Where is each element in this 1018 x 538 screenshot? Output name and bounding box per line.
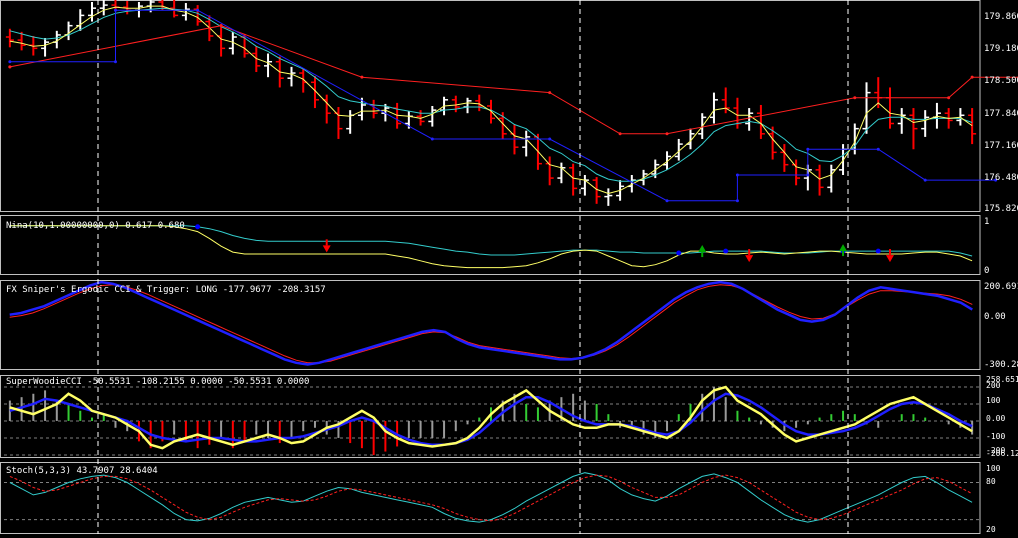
support-line-dot xyxy=(877,148,880,151)
nina-dot xyxy=(723,249,728,254)
nina-tick: 0 xyxy=(984,266,989,276)
ergodic-tick: -300.281 xyxy=(984,360,1018,370)
woodie-label: SuperWoodieCCI -50.5531 -108.2155 0.0000… xyxy=(6,377,309,387)
ergodic-tick: 200.691 xyxy=(984,282,1018,292)
nina-dot xyxy=(676,251,681,256)
price-tick: 176.480 xyxy=(984,173,1018,183)
woodie-tick: -100 xyxy=(986,432,1005,441)
woodie-tick: 200 xyxy=(986,381,1001,390)
chart-canvas[interactable]: Nina(10,1.00000000,0) 0.617 0.680 FX Sni… xyxy=(0,0,1018,534)
nina-label: Nina(10,1.00000000,0) 0.617 0.680 xyxy=(6,221,185,231)
support-line-dot xyxy=(666,199,669,202)
resistance-line-dot xyxy=(971,76,974,79)
support-line-dot xyxy=(806,148,809,151)
support-line-dot xyxy=(736,173,739,176)
nina-dot xyxy=(195,224,200,229)
woodie-tick: 100 xyxy=(986,396,1001,405)
price-tick: 178.500 xyxy=(984,76,1018,86)
resistance-line-dot xyxy=(947,96,950,99)
resistance-line-dot xyxy=(360,76,363,79)
resistance-line-dot xyxy=(220,24,223,27)
nina-tick: 1 xyxy=(984,217,989,227)
stoch-tick: 20 xyxy=(986,525,996,534)
price-tick: 177.160 xyxy=(984,141,1018,151)
stoch-tick: 80 xyxy=(986,477,996,486)
resistance-line-dot xyxy=(666,132,669,135)
price-tick: 175.820 xyxy=(984,204,1018,214)
chart-window[interactable]: Nina(10,1.00000000,0) 0.617 0.680 FX Sni… xyxy=(0,0,1018,534)
support-line-dot xyxy=(736,199,739,202)
ergodic-label: FX Sniper's Ergodic CCI & Trigger: LONG … xyxy=(6,285,326,295)
price-tick: 179.860 xyxy=(984,12,1018,22)
resistance-line-dot xyxy=(619,132,622,135)
resistance-line-dot xyxy=(8,65,11,68)
woodie-tick: -206.122 xyxy=(986,449,1018,458)
resistance-line-dot xyxy=(548,91,551,94)
price-tick: 179.180 xyxy=(984,44,1018,54)
woodie-tick: 0.00 xyxy=(986,414,1005,423)
ergodic-tick: 0.00 xyxy=(984,312,1006,322)
support-line-dot xyxy=(114,9,117,12)
support-line-dot xyxy=(806,173,809,176)
stoch-label: Stoch(5,3,3) 43.7907 28.6404 xyxy=(6,466,158,476)
support-line-dot xyxy=(548,137,551,140)
resistance-line-dot xyxy=(853,96,856,99)
stoch-tick: 100 xyxy=(986,464,1001,473)
price-tick: 177.840 xyxy=(984,109,1018,119)
support-line-dot xyxy=(196,9,199,12)
support-line-dot xyxy=(924,179,927,182)
support-line-dot xyxy=(431,137,434,140)
support-line-dot xyxy=(8,60,11,63)
support-line-dot xyxy=(114,60,117,63)
nina-dot xyxy=(876,249,881,254)
